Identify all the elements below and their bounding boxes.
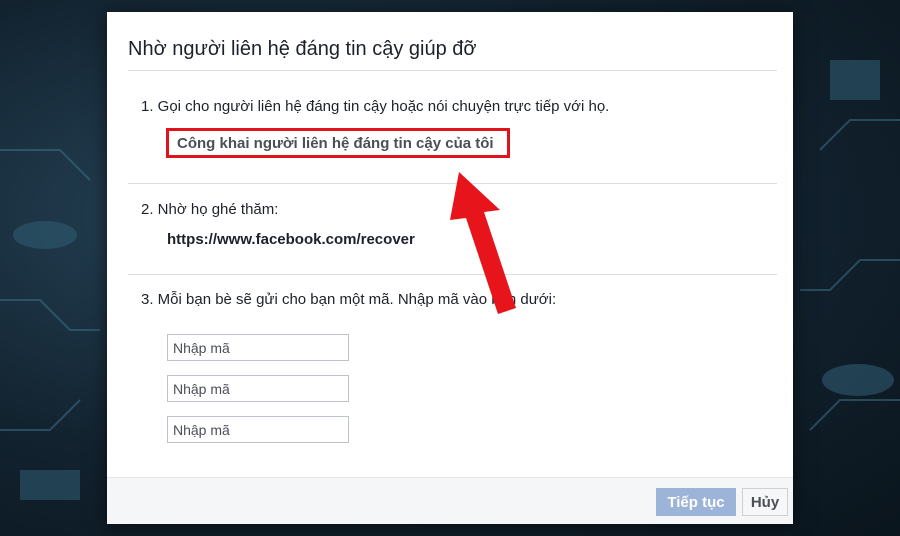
continue-button[interactable]: Tiếp tục <box>656 488 736 516</box>
step-2-text: 2. Nhờ họ ghé thăm: <box>141 201 279 218</box>
cancel-button[interactable]: Hủy <box>742 488 788 516</box>
dialog-footer: Tiếp tục Hủy <box>107 477 793 524</box>
trusted-contacts-dialog: Nhờ người liên hệ đáng tin cậy giúp đỡ 1… <box>107 12 793 524</box>
code-input-2[interactable] <box>167 375 349 402</box>
code-input-3[interactable] <box>167 416 349 443</box>
divider-title <box>128 70 777 71</box>
step-1-text: 1. Gọi cho người liên hệ đáng tin cậy ho… <box>141 98 610 115</box>
code-input-1[interactable] <box>167 334 349 361</box>
recover-url: https://www.facebook.com/recover <box>167 231 415 248</box>
reveal-trusted-contacts-button[interactable]: Công khai người liên hệ đáng tin cậy của… <box>166 128 510 158</box>
divider-step-2 <box>128 274 777 275</box>
step-3-text: 3. Mỗi bạn bè sẽ gửi cho bạn một mã. Nhậ… <box>141 291 557 308</box>
dialog-title: Nhờ người liên hệ đáng tin cậy giúp đỡ <box>128 38 477 60</box>
divider-step-1 <box>128 183 777 184</box>
